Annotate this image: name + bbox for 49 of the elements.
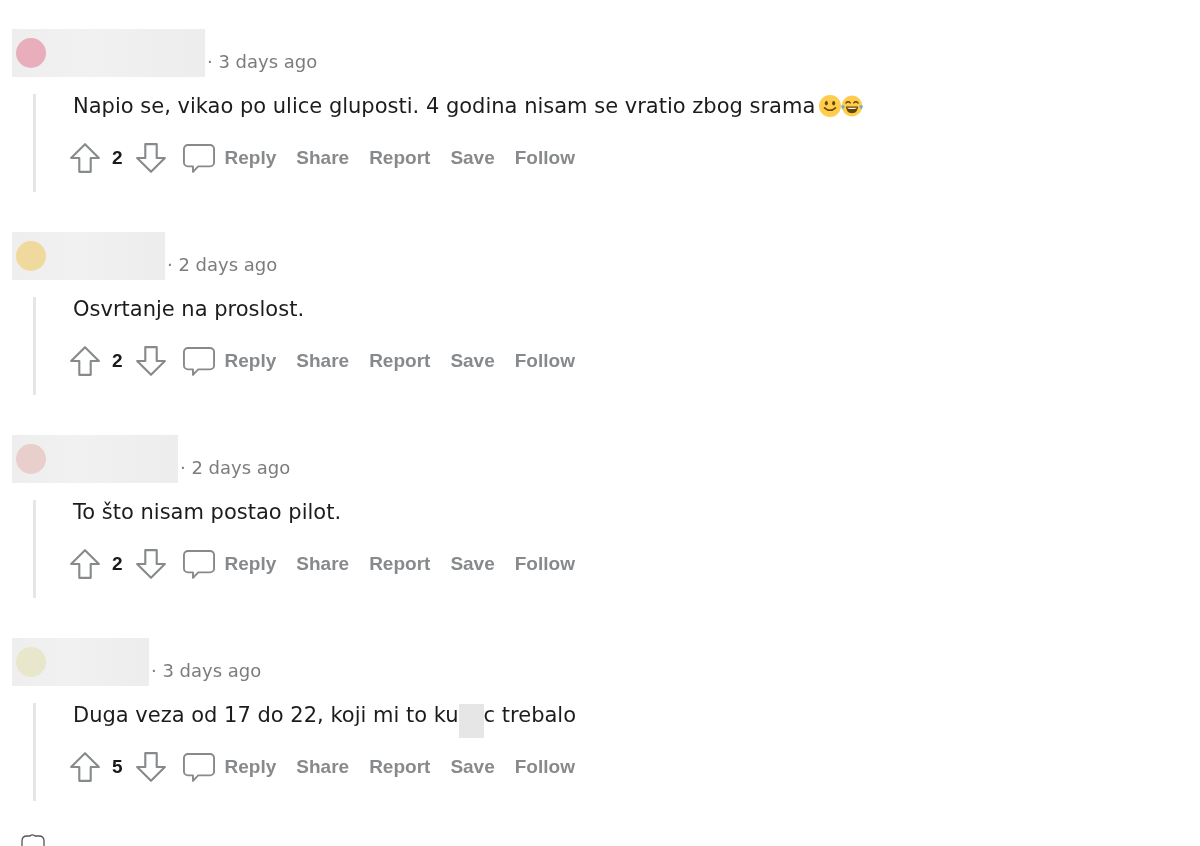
downvote-button[interactable]	[135, 752, 166, 782]
action-button[interactable]: Follow	[504, 546, 585, 582]
action-button[interactable]: Share	[286, 749, 360, 785]
laughing-face-icon	[841, 95, 864, 117]
speech-bubble-icon	[182, 752, 215, 782]
action-button[interactable]: Share	[286, 343, 360, 379]
action-button[interactable]: Save	[440, 546, 505, 582]
timestamp: · 2 days ago	[180, 456, 291, 480]
upvote-button[interactable]	[70, 143, 100, 173]
reply-button[interactable]: Reply	[172, 749, 287, 785]
speech-bubble-icon	[182, 143, 215, 173]
upvote-button[interactable]	[70, 346, 100, 376]
timestamp: · 3 days ago	[151, 659, 262, 683]
reply-button[interactable]: Reply	[172, 546, 287, 582]
action-button[interactable]: Share	[286, 140, 360, 176]
timestamp: · 2 days ago	[167, 253, 278, 277]
comment-text: To što nisam postao pilot.	[73, 500, 342, 524]
action-button[interactable]: Save	[440, 749, 505, 785]
speech-bubble-icon	[182, 549, 215, 579]
action-button[interactable]: Follow	[504, 343, 585, 379]
timestamp: · 3 days ago	[207, 50, 318, 74]
action-button[interactable]: Report	[359, 749, 441, 785]
reply-button[interactable]: Reply	[172, 343, 287, 379]
vote-count: 2	[112, 551, 123, 576]
action-button[interactable]: Save	[440, 140, 505, 176]
outline-icon	[20, 833, 46, 846]
downvote-button[interactable]	[135, 346, 166, 376]
vote-count: 2	[112, 348, 123, 373]
upvote-button[interactable]	[70, 549, 100, 579]
vote-count: 2	[112, 145, 123, 170]
action-button[interactable]: Follow	[504, 749, 585, 785]
comment-text: Osvrtanje na proslost.	[73, 297, 305, 321]
reply-button[interactable]: Reply	[172, 140, 287, 176]
action-button[interactable]: Report	[359, 140, 441, 176]
action-button[interactable]: Save	[440, 343, 505, 379]
vote-count: 5	[112, 754, 123, 779]
action-button[interactable]: Share	[286, 546, 360, 582]
action-button[interactable]: Report	[359, 546, 441, 582]
comment-text: Duga veza od 17 do 22, koji mi to ku	[73, 703, 459, 727]
action-button[interactable]: Report	[359, 343, 441, 379]
comment-text: Napio se, vikao po ulice gluposti. 4 godina nisam se vratio zbog srama	[73, 94, 816, 118]
downvote-button[interactable]	[135, 549, 166, 579]
redaction-block	[458, 704, 484, 738]
comment-text: c trebalo	[483, 703, 577, 727]
downvote-button[interactable]	[135, 143, 166, 173]
action-button[interactable]: Follow	[504, 140, 585, 176]
smiling-face-icon	[819, 95, 842, 117]
speech-bubble-icon	[182, 346, 215, 376]
upvote-button[interactable]	[70, 752, 100, 782]
